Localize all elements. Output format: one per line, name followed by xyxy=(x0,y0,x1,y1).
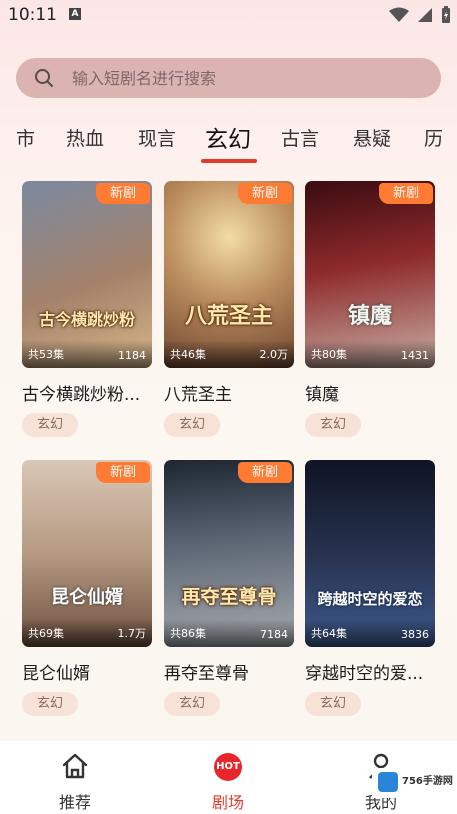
category-tabs: 市 热血 现言 玄幻 古言 悬疑 历 xyxy=(0,118,457,166)
drama-title[interactable]: 镇魔 xyxy=(305,380,435,405)
watermark: 756手游网 xyxy=(372,768,453,798)
episode-count: 共46集 xyxy=(170,348,206,361)
battery-icon xyxy=(442,6,450,23)
poster-overlay: 共80集 1431 xyxy=(305,340,435,368)
tab-modern-romance[interactable]: 现言 xyxy=(138,124,176,151)
view-count: 3836 xyxy=(401,628,429,641)
home-icon xyxy=(62,753,88,779)
notification-icon: A xyxy=(69,8,81,20)
episode-count: 共69集 xyxy=(28,627,64,640)
search-input[interactable] xyxy=(72,58,422,98)
status-time: 10:11 xyxy=(8,5,57,25)
drama-card[interactable]: 昆仑仙婿 新剧 共69集 1.7万 昆仑仙婿 玄幻 xyxy=(22,460,152,716)
poster-title-art: 古今横跳炒粉 xyxy=(38,310,135,329)
poster-title-art: 跨越时空的爱恋 xyxy=(317,590,423,608)
drama-poster[interactable]: 镇魔 新剧 共80集 1431 xyxy=(305,181,435,368)
view-count: 1.7万 xyxy=(117,627,147,640)
tab-mystery[interactable]: 悬疑 xyxy=(353,124,391,151)
active-tab-indicator xyxy=(201,159,257,163)
watermark-logo-icon xyxy=(378,772,398,792)
search-bar[interactable] xyxy=(16,58,441,98)
new-badge: 新剧 xyxy=(96,462,150,483)
new-badge: 新剧 xyxy=(238,183,292,204)
watermark-text: 756手游网 xyxy=(402,776,453,787)
tab-history[interactable]: 历 xyxy=(424,124,443,151)
poster-overlay: 共46集 2.0万 xyxy=(164,340,294,368)
view-count: 1184 xyxy=(118,349,146,362)
view-count: 7184 xyxy=(260,628,288,641)
tab-hot-blood[interactable]: 热血 xyxy=(66,124,104,151)
tab-city[interactable]: 市 xyxy=(16,124,35,151)
drama-poster[interactable]: 再夺至尊骨 新剧 共86集 7184 xyxy=(164,460,294,647)
drama-card[interactable]: 再夺至尊骨 新剧 共86集 7184 再夺至尊骨 玄幻 xyxy=(164,460,294,716)
drama-card[interactable]: 镇魔 新剧 共80集 1431 镇魔 玄幻 xyxy=(305,181,435,437)
signal-icon xyxy=(418,8,432,22)
poster-title-art: 镇魔 xyxy=(347,303,392,329)
drama-poster[interactable]: 跨越时空的爱恋 共64集 3836 xyxy=(305,460,435,647)
nav-label: 剧场 xyxy=(211,793,244,812)
episode-count: 共53集 xyxy=(28,348,64,361)
nav-theater[interactable]: HOT 剧场 xyxy=(178,741,278,814)
genre-tag: 玄幻 xyxy=(164,692,220,716)
drama-title[interactable]: 穿越时空的爱... xyxy=(305,659,435,684)
view-count: 1431 xyxy=(401,349,429,362)
poster-overlay: 共53集 1184 xyxy=(22,340,152,368)
new-badge: 新剧 xyxy=(379,183,433,204)
poster-title-art: 昆仑仙婿 xyxy=(51,587,123,608)
genre-tag: 玄幻 xyxy=(22,413,78,437)
drama-poster[interactable]: 八荒圣主 新剧 共46集 2.0万 xyxy=(164,181,294,368)
poster-overlay: 共69集 1.7万 xyxy=(22,619,152,647)
genre-tag: 玄幻 xyxy=(22,692,78,716)
drama-title[interactable]: 昆仑仙婿 xyxy=(22,659,152,684)
drama-card[interactable]: 古今横跳炒粉 新剧 共53集 1184 古今横跳炒粉... 玄幻 xyxy=(22,181,152,437)
drama-poster[interactable]: 昆仑仙婿 新剧 共69集 1.7万 xyxy=(22,460,152,647)
drama-title[interactable]: 再夺至尊骨 xyxy=(164,659,294,684)
poster-overlay: 共86集 7184 xyxy=(164,619,294,647)
view-count: 2.0万 xyxy=(259,348,289,361)
episode-count: 共80集 xyxy=(311,348,347,361)
new-badge: 新剧 xyxy=(96,183,150,204)
genre-tag: 玄幻 xyxy=(305,692,361,716)
drama-title[interactable]: 八荒圣主 xyxy=(164,380,294,405)
genre-tag: 玄幻 xyxy=(305,413,361,437)
poster-title-art: 八荒圣主 xyxy=(184,303,273,329)
tab-ancient-romance[interactable]: 古言 xyxy=(281,124,319,151)
wifi-icon xyxy=(389,7,409,22)
poster-title-art: 再夺至尊骨 xyxy=(181,586,277,608)
drama-title[interactable]: 古今横跳炒粉... xyxy=(22,380,152,405)
new-badge: 新剧 xyxy=(238,462,292,483)
episode-count: 共64集 xyxy=(311,627,347,640)
status-icons xyxy=(389,6,451,24)
nav-recommend[interactable]: 推荐 xyxy=(25,741,125,814)
drama-card[interactable]: 跨越时空的爱恋 共64集 3836 穿越时空的爱... 玄幻 xyxy=(305,460,435,716)
tab-fantasy[interactable]: 玄幻 xyxy=(205,120,251,154)
poster-overlay: 共64集 3836 xyxy=(305,619,435,647)
drama-card[interactable]: 八荒圣主 新剧 共46集 2.0万 八荒圣主 玄幻 xyxy=(164,181,294,437)
episode-count: 共86集 xyxy=(170,627,206,640)
drama-poster[interactable]: 古今横跳炒粉 新剧 共53集 1184 xyxy=(22,181,152,368)
status-bar: 10:11 A xyxy=(0,0,457,32)
hot-icon: HOT xyxy=(214,753,242,781)
search-icon xyxy=(35,69,53,87)
nav-label: 推荐 xyxy=(58,793,91,812)
genre-tag: 玄幻 xyxy=(164,413,220,437)
